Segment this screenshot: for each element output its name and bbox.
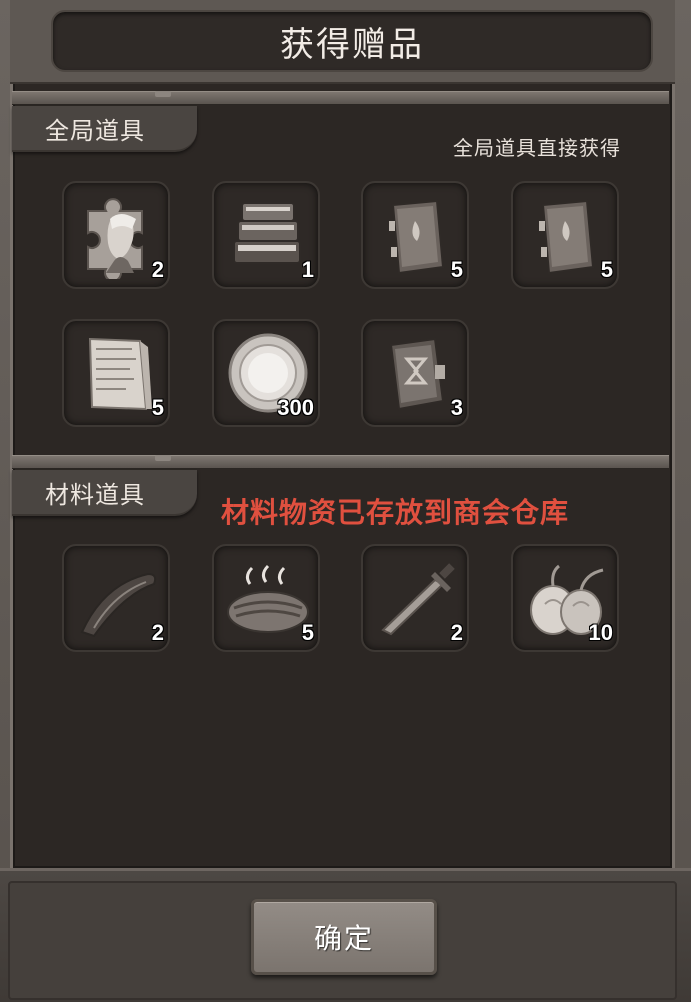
item-slot[interactable]: 300 [212, 319, 320, 427]
leather-tome-icon [389, 199, 445, 275]
section-divider [12, 91, 669, 105]
item-slot[interactable]: 10 [511, 544, 619, 652]
item-quantity: 1 [301, 257, 314, 282]
paper-scroll-icon [88, 337, 152, 411]
material-items-note: 材料物资已存放到商会仓库 [221, 497, 570, 528]
dialog-title: 获得赠品 [280, 25, 424, 64]
global-items-note: 全局道具直接获得 [453, 138, 621, 160]
puzzle-portrait-icon [87, 198, 143, 279]
bow-icon [80, 572, 157, 638]
item-slot[interactable]: 3 [361, 319, 469, 427]
item-slot[interactable]: 5 [212, 544, 320, 652]
dagger-icon [381, 563, 455, 636]
confirm-button-label: 确定 [313, 923, 374, 954]
title-plate: 获得赠品 [51, 10, 653, 72]
item-quantity: 3 [450, 395, 463, 420]
confirm-button[interactable]: 确定 [251, 899, 437, 975]
item-slot[interactable]: 5 [62, 319, 170, 427]
item-quantity: 300 [277, 395, 314, 420]
clasped-book-icon [389, 337, 445, 411]
item-quantity: 2 [151, 620, 164, 645]
item-quantity: 10 [588, 620, 613, 645]
item-slot[interactable]: 2 [361, 544, 469, 652]
item-quantity: 5 [600, 257, 613, 282]
leather-tome-icon [539, 199, 595, 275]
item-quantity: 5 [450, 257, 463, 282]
section-divider [12, 455, 669, 469]
item-slot[interactable]: 5 [361, 181, 469, 289]
item-slot[interactable]: 5 [511, 181, 619, 289]
book-stack-icon [233, 202, 301, 264]
tab-label: 材料道具 [45, 481, 145, 509]
item-slot[interactable]: 1 [212, 181, 320, 289]
item-quantity: 2 [151, 257, 164, 282]
item-quantity: 5 [151, 395, 164, 420]
item-quantity: 5 [301, 620, 314, 645]
item-quantity: 2 [450, 620, 463, 645]
tab-material-items: 材料道具 [12, 470, 197, 516]
roasted-meat-icon [227, 564, 309, 633]
title-bar: 获得赠品 [10, 0, 675, 84]
tab-global-items: 全局道具 [12, 106, 197, 152]
item-slot[interactable]: 2 [62, 181, 170, 289]
item-slot[interactable]: 2 [62, 544, 170, 652]
tab-label: 全局道具 [45, 117, 145, 145]
